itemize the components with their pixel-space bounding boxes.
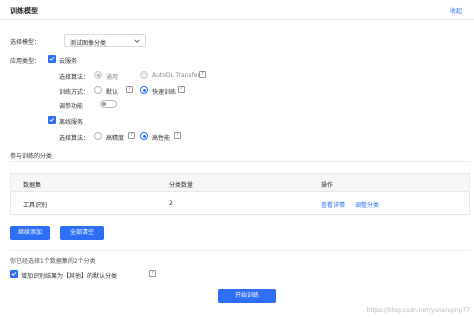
watermark: https://blog.csdn.net/yunenging77 — [366, 307, 470, 314]
help-icon[interactable]: ? — [126, 86, 133, 93]
adjust-classes-link[interactable]: 调整分类 — [355, 200, 379, 209]
collapse-link[interactable]: 收起 — [450, 6, 462, 15]
table-cell-count: 2 — [169, 200, 173, 207]
column-header: 操作 — [321, 182, 334, 189]
model-select[interactable]: 测试图像分类 — [64, 34, 146, 47]
offline-service-label: 离线服务 — [59, 119, 84, 126]
radio-default-label: 默认 — [106, 89, 119, 96]
help-icon[interactable]: ? — [149, 270, 156, 277]
table-header: 数据集 分类数量 操作 — [11, 174, 469, 192]
app-type-label: 应用类型： — [10, 58, 41, 65]
radio-high-precision[interactable] — [94, 132, 102, 140]
column-header: 分类数量 — [169, 182, 194, 189]
page-title: 训练模型 — [10, 7, 38, 15]
radio-general-label: 通用 — [106, 74, 119, 81]
radio-fast-training[interactable] — [140, 86, 148, 94]
other-class-label: 增加识别结果为【其他】的默认分类 — [21, 273, 118, 280]
tuning-label: 调参功能 — [59, 103, 84, 110]
chevron-down-icon — [134, 39, 140, 43]
radio-autodl-label: AutoDL Transfer — [152, 72, 200, 79]
classes-table: 数据集 分类数量 操作 工具识别 2 查看详情 调整分类 — [10, 173, 470, 215]
section-divider — [10, 161, 470, 162]
training-method-label: 训练方式： — [59, 89, 90, 96]
classes-section-label: 参与训练的分类 — [10, 153, 53, 160]
section-divider — [10, 250, 470, 251]
tuning-toggle[interactable] — [100, 100, 117, 108]
start-training-button[interactable]: 开始训练 — [218, 289, 276, 303]
help-icon[interactable]: ? — [178, 86, 185, 93]
offline-service-checkbox[interactable] — [48, 116, 56, 124]
help-icon[interactable]: ? — [174, 132, 181, 139]
radio-high-precision-label: 高精度 — [106, 135, 125, 142]
cloud-service-checkbox[interactable] — [48, 55, 56, 63]
offline-algorithm-label: 选择算法： — [59, 135, 90, 142]
radio-high-performance-label: 高性能 — [152, 135, 171, 142]
radio-high-performance[interactable] — [140, 132, 148, 140]
checkmark-icon — [49, 57, 55, 61]
table-cell-dataset: 工具识别 — [23, 202, 48, 209]
other-class-checkbox[interactable] — [10, 270, 18, 278]
checkmark-icon — [11, 272, 17, 276]
panel-header: 训练模型 收起 — [0, 0, 474, 20]
add-more-button[interactable]: 继续添加 — [10, 226, 50, 240]
help-icon[interactable]: ? — [128, 132, 135, 139]
cloud-service-label: 云服务 — [59, 58, 78, 65]
model-select-value: 测试图像分类 — [70, 40, 107, 47]
cloud-algorithm-label: 选择算法： — [59, 74, 90, 81]
radio-fast-training-label: 快速训练 — [152, 89, 177, 96]
help-icon[interactable]: ? — [199, 71, 206, 78]
radio-autodl[interactable] — [140, 71, 148, 79]
model-select-label: 选择模型： — [10, 39, 41, 46]
checkmark-icon — [49, 118, 55, 122]
radio-default[interactable] — [94, 86, 102, 94]
selection-summary: 你已经选择1个数据集的2个分类 — [10, 258, 96, 265]
clear-all-button[interactable]: 全部清空 — [60, 226, 104, 240]
column-header: 数据集 — [23, 182, 42, 189]
view-details-link[interactable]: 查看详情 — [321, 200, 345, 209]
radio-general[interactable] — [94, 71, 102, 79]
